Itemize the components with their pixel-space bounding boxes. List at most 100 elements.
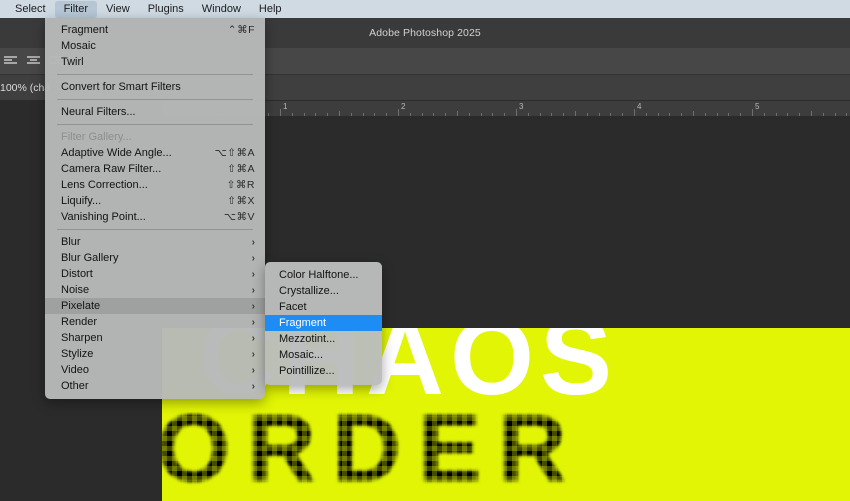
filter-menu-item-liquify[interactable]: Liquify... ⇧⌘X — [45, 193, 265, 209]
ruler-minor-tick — [693, 111, 694, 116]
align-left-icon[interactable] — [4, 55, 17, 68]
chevron-right-icon: › — [251, 268, 255, 280]
ruler-minor-tick — [327, 113, 329, 116]
macos-menu-bar: Select Filter View Plugins Window Help — [0, 0, 850, 18]
menubar-item-filter[interactable]: Filter — [54, 0, 98, 18]
filter-menu-item-convert-for-smart-filters[interactable]: Convert for Smart Filters — [45, 79, 265, 95]
ruler-major-tick — [752, 109, 753, 116]
ruler-minor-tick — [716, 113, 718, 116]
filter-menu-item-noise[interactable]: Noise › — [45, 282, 265, 298]
chevron-right-icon: › — [251, 316, 255, 328]
pixelated-text-band[interactable]: ORDER — [162, 412, 850, 501]
filter-dropdown-menu[interactable]: Fragment ⌃⌘F Mosaic Twirl Convert for Smart … — [45, 18, 265, 399]
menubar-item-help[interactable]: Help — [250, 1, 291, 18]
ruler-minor-tick — [291, 113, 293, 116]
menu-item-label: Video — [61, 364, 89, 376]
ruler-tick-label: 2 — [401, 102, 406, 111]
ruler-minor-tick — [575, 111, 576, 116]
pixelated-text: ORDER — [162, 412, 583, 501]
ruler-tick-label: 3 — [519, 102, 524, 111]
pixelate-item-crystallize[interactable]: Crystallize... — [265, 283, 382, 299]
ruler-minor-tick — [846, 113, 848, 116]
chevron-right-icon: › — [251, 252, 255, 264]
menu-item-shortcut: ⇧⌘A — [227, 163, 255, 175]
filter-menu-item-neural-filters[interactable]: Neural Filters... — [45, 104, 265, 120]
ruler-minor-tick — [386, 113, 388, 116]
menu-item-label: Adaptive Wide Angle... — [61, 147, 172, 159]
ruler-minor-tick — [669, 113, 671, 116]
ruler-minor-tick — [539, 113, 541, 116]
pixelate-item-mosaic[interactable]: Mosaic... — [265, 347, 382, 363]
menu-separator — [57, 229, 253, 230]
menu-item-label: Crystallize... — [279, 285, 339, 297]
filter-menu-item-blur[interactable]: Blur › — [45, 234, 265, 250]
ruler-minor-tick — [350, 113, 352, 116]
menu-item-label: Pointillize... — [279, 365, 335, 377]
filter-menu-item-camera-raw-filter[interactable]: Camera Raw Filter... ⇧⌘A — [45, 161, 265, 177]
filter-menu-item-filter-gallery: Filter Gallery... — [45, 129, 265, 145]
ruler-minor-tick — [421, 113, 423, 116]
filter-menu-item-twirl[interactable]: Twirl — [45, 54, 265, 70]
ruler-minor-tick — [681, 113, 683, 116]
menu-item-label: Blur Gallery — [61, 252, 119, 264]
ruler-minor-tick — [480, 113, 482, 116]
ruler-minor-tick — [610, 113, 612, 116]
menubar-item-select[interactable]: Select — [6, 1, 55, 18]
menu-item-label: Mezzotint... — [279, 333, 336, 345]
pixelate-item-mezzotint[interactable]: Mezzotint... — [265, 331, 382, 347]
pixelate-item-pointillize[interactable]: Pointillize... — [265, 363, 382, 379]
ruler-minor-tick — [303, 113, 305, 116]
filter-menu-item-adaptive-wide-angle[interactable]: Adaptive Wide Angle... ⌥⇧⌘A — [45, 145, 265, 161]
filter-menu-item-sharpen[interactable]: Sharpen › — [45, 330, 265, 346]
ruler-minor-tick — [527, 113, 529, 116]
ruler-minor-tick — [457, 111, 458, 116]
pixelate-item-fragment[interactable]: Fragment — [265, 315, 382, 331]
menubar-item-window[interactable]: Window — [193, 1, 250, 18]
filter-menu-item-lens-correction[interactable]: Lens Correction... ⇧⌘R — [45, 177, 265, 193]
menu-item-label: Vanishing Point... — [61, 211, 146, 223]
filter-menu-item-blur-gallery[interactable]: Blur Gallery › — [45, 250, 265, 266]
menubar-item-view[interactable]: View — [97, 1, 139, 18]
menu-item-shortcut: ⌥⌘V — [223, 211, 255, 223]
pixelate-item-color-halftone[interactable]: Color Halftone... — [265, 267, 382, 283]
chevron-right-icon: › — [251, 284, 255, 296]
filter-menu-item-render[interactable]: Render › — [45, 314, 265, 330]
menu-item-label: Facet — [279, 301, 307, 313]
align-center-horizontal-icon[interactable] — [27, 55, 40, 68]
ruler-minor-tick — [822, 113, 824, 116]
filter-menu-item-other[interactable]: Other › — [45, 378, 265, 394]
filter-menu-item-pixelate[interactable]: Pixelate › — [45, 298, 265, 314]
ruler-minor-tick — [315, 113, 317, 116]
chevron-right-icon: › — [251, 300, 255, 312]
zoom-status-label: 100% (cha — [0, 81, 51, 94]
ruler-minor-tick — [492, 113, 494, 116]
ruler-major-tick — [516, 109, 517, 116]
ruler-minor-tick — [586, 113, 588, 116]
ruler-minor-tick — [339, 111, 340, 116]
ruler-minor-tick — [374, 113, 376, 116]
chevron-right-icon: › — [251, 380, 255, 392]
ruler-minor-tick — [445, 113, 447, 116]
horizontal-ruler: 1 2 3 4 5 — [162, 101, 850, 117]
pixelate-submenu[interactable]: Color Halftone... Crystallize... Facet Frag… — [265, 262, 382, 385]
filter-menu-item-vanishing-point[interactable]: Vanishing Point... ⌥⌘V — [45, 209, 265, 225]
ruler-minor-tick — [728, 113, 730, 116]
filter-menu-item-stylize[interactable]: Stylize › — [45, 346, 265, 362]
filter-menu-item-video[interactable]: Video › — [45, 362, 265, 378]
menu-item-label: Convert for Smart Filters — [61, 81, 181, 93]
ruler-major-tick — [398, 109, 399, 116]
ruler-tick-label: 4 — [637, 102, 642, 111]
filter-menu-item-distort[interactable]: Distort › — [45, 266, 265, 282]
app-title: Adobe Photoshop 2025 — [369, 27, 481, 39]
chevron-right-icon: › — [251, 332, 255, 344]
menubar-item-plugins[interactable]: Plugins — [139, 1, 193, 18]
menu-item-shortcut: ⇧⌘R — [226, 179, 255, 191]
filter-menu-item-mosaic[interactable]: Mosaic — [45, 38, 265, 54]
filter-menu-item-fragment[interactable]: Fragment ⌃⌘F — [45, 22, 265, 38]
menu-separator — [57, 99, 253, 100]
chevron-right-icon: › — [251, 348, 255, 360]
ruler-tick-label: 5 — [755, 102, 760, 111]
pixelate-item-facet[interactable]: Facet — [265, 299, 382, 315]
ruler-minor-tick — [433, 113, 435, 116]
ruler-minor-tick — [409, 113, 411, 116]
